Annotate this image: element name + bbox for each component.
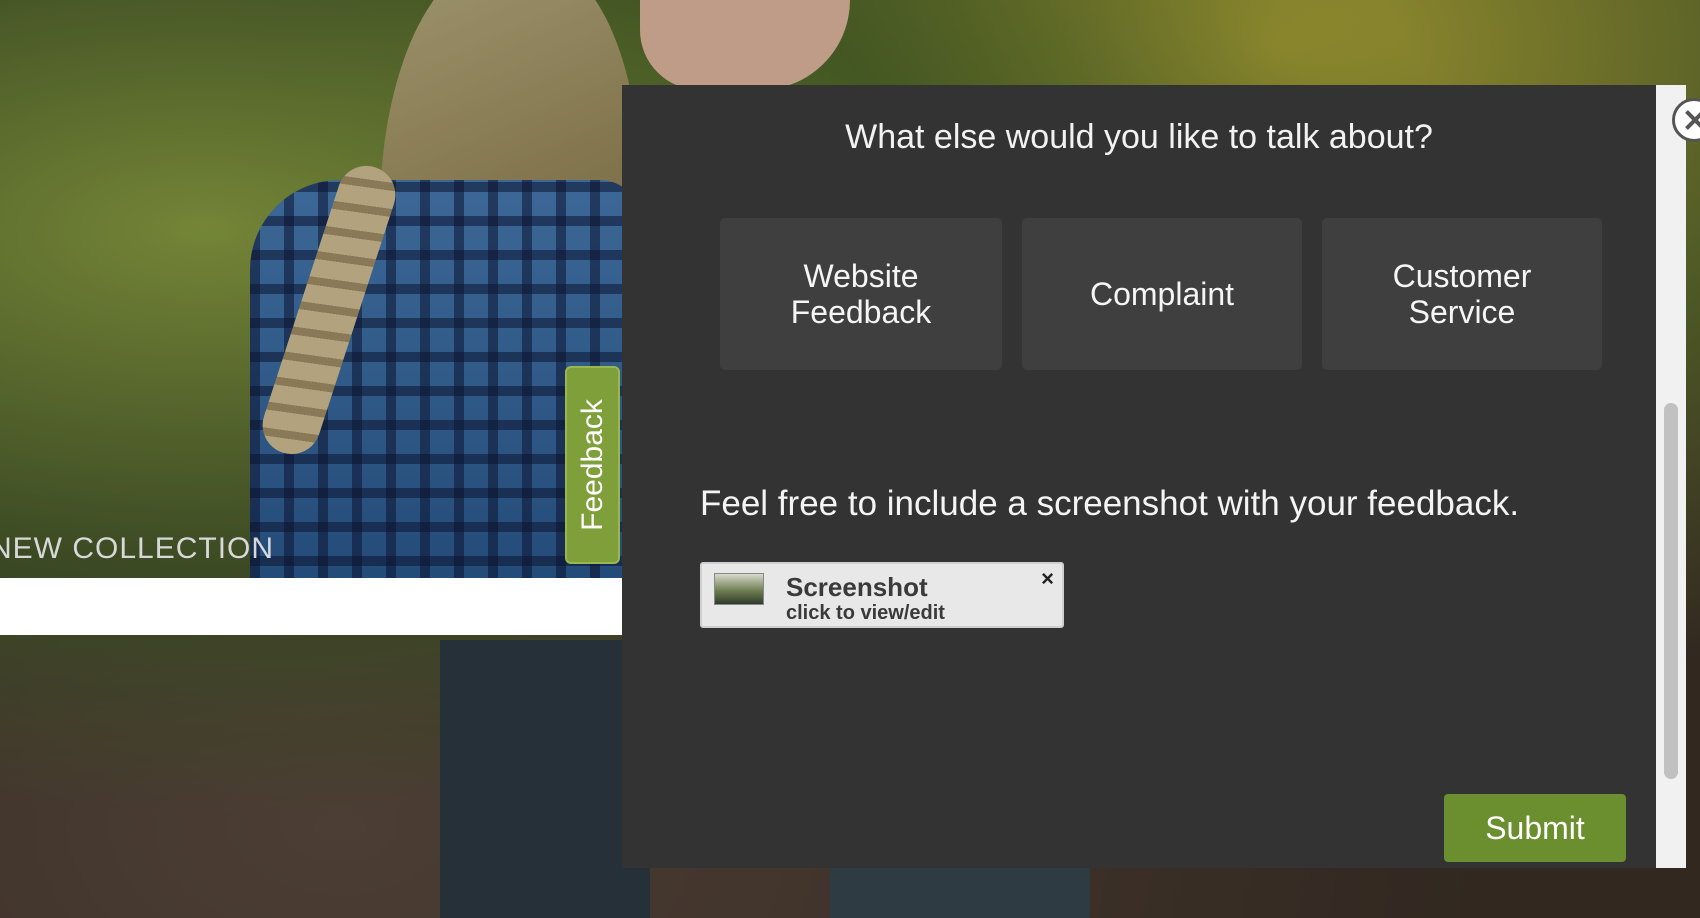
feedback-tab-label: Feedback xyxy=(575,399,609,531)
option-label-line1: Complaint xyxy=(1089,276,1235,312)
option-complaint-button[interactable]: Complaint xyxy=(1022,218,1302,370)
feedback-dialog: What else would you like to talk about? … xyxy=(622,85,1656,868)
option-label-line1: Website xyxy=(803,258,919,294)
screenshot-chip-subtitle: click to view/edit xyxy=(786,602,945,624)
screenshot-thumbnail-icon xyxy=(714,573,764,605)
page: NEW COLLECTION Feedback What else would … xyxy=(0,0,1700,918)
screenshot-attachment-chip[interactable]: Screenshot click to view/edit × xyxy=(700,562,1064,628)
white-banner-strip xyxy=(0,578,622,635)
option-label-line2: Feedback xyxy=(790,294,932,330)
option-label-line2: Service xyxy=(1408,294,1516,330)
remove-screenshot-close-icon[interactable]: × xyxy=(1041,566,1054,592)
option-website-feedback-button[interactable]: Website Feedback xyxy=(720,218,1002,370)
new-collection-label: NEW COLLECTION xyxy=(0,532,275,565)
dialog-title: What else would you like to talk about? xyxy=(845,118,1433,156)
option-label-line1: Customer xyxy=(1392,258,1532,294)
feedback-tab-button[interactable]: Feedback xyxy=(565,366,620,564)
option-customer-service-button[interactable]: Customer Service xyxy=(1322,218,1602,370)
submit-button[interactable]: Submit xyxy=(1444,794,1626,862)
dialog-scrollbar-thumb[interactable] xyxy=(1664,403,1678,779)
screenshot-prompt-text: Feel free to include a screenshot with y… xyxy=(700,484,1520,523)
screenshot-chip-title: Screenshot xyxy=(786,572,928,602)
